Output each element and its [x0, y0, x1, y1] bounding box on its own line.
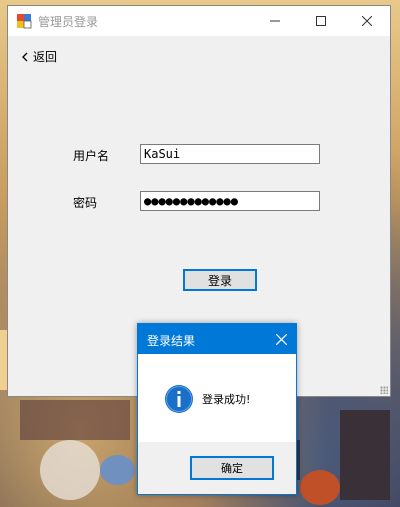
info-icon — [165, 385, 193, 413]
minimize-icon — [270, 20, 280, 22]
wallpaper-detail — [20, 400, 130, 440]
window-titlebar[interactable]: 管理员登录 — [8, 6, 390, 36]
username-field[interactable] — [140, 144, 320, 164]
dialog-message: 登录成功! — [202, 393, 251, 406]
password-field[interactable]: ●●●●●●●●●●●●● — [140, 191, 320, 211]
wallpaper-detail — [40, 440, 100, 500]
dialog-title: 登录结果 — [147, 334, 196, 348]
wallpaper-detail — [100, 455, 135, 485]
username-label: 用户名 — [73, 149, 110, 163]
maximize-icon — [316, 16, 326, 26]
minimize-button[interactable] — [252, 6, 298, 36]
back-link[interactable]: 返回 — [21, 48, 57, 65]
close-button[interactable] — [344, 6, 390, 36]
back-label: 返回 — [33, 50, 58, 64]
login-button[interactable]: 登录 — [183, 269, 257, 291]
wallpaper-detail — [300, 470, 340, 505]
resize-grip[interactable] — [380, 386, 388, 394]
dialog-footer: 确定 — [138, 442, 296, 494]
result-dialog: 登录结果 登录成功! 确定 — [137, 323, 297, 495]
close-icon — [275, 333, 287, 345]
app-icon — [17, 14, 32, 29]
chevron-left-icon — [22, 52, 28, 61]
maximize-button[interactable] — [298, 6, 344, 36]
close-icon — [362, 16, 372, 26]
password-label: 密码 — [73, 196, 98, 210]
window-title: 管理员登录 — [38, 15, 99, 29]
dialog-titlebar[interactable]: 登录结果 — [138, 324, 296, 354]
wallpaper-detail — [340, 410, 390, 500]
dialog-close-button[interactable] — [266, 324, 296, 354]
dialog-body: 登录成功! — [138, 354, 296, 440]
ok-button[interactable]: 确定 — [190, 456, 274, 480]
